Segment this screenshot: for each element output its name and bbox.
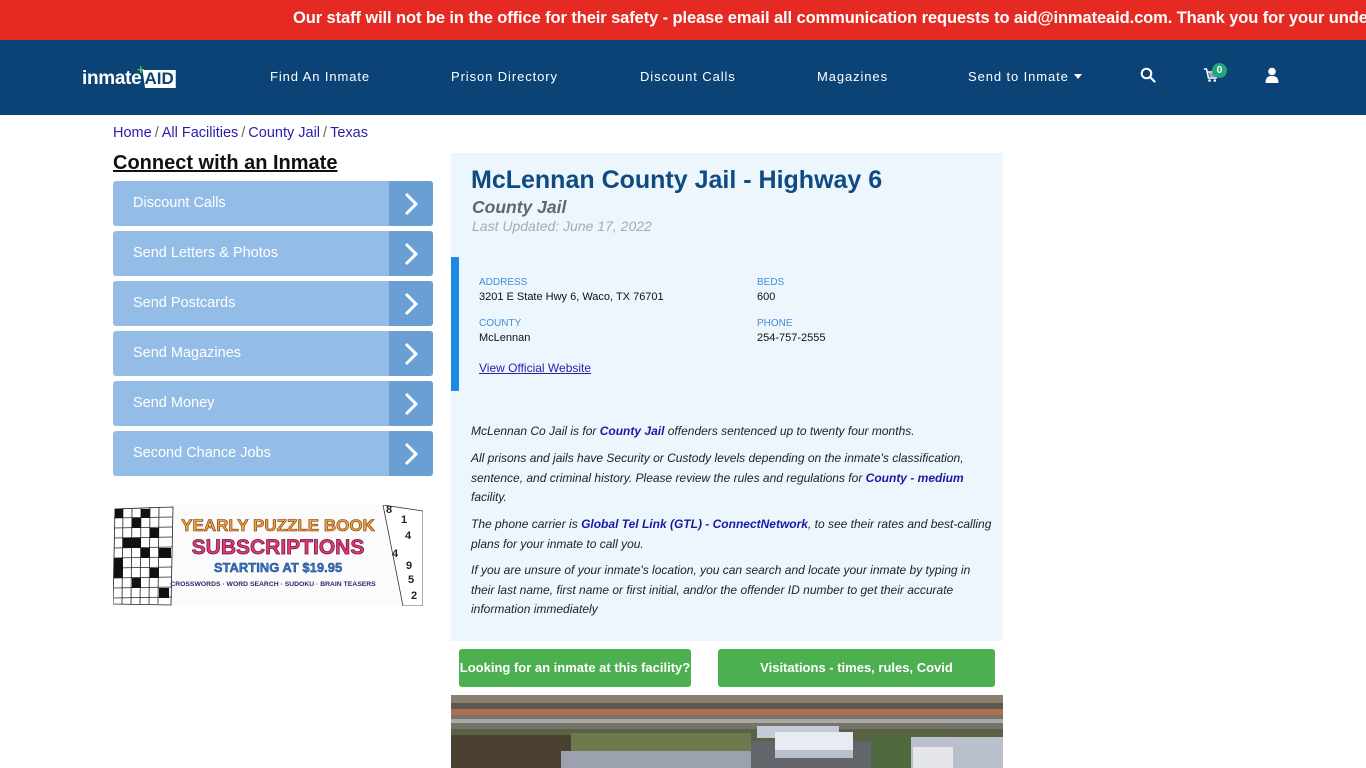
user-icon[interactable] [1265,67,1285,87]
chevron-right-icon [404,192,419,216]
svg-text:2: 2 [411,590,417,602]
svg-text:4: 4 [405,530,412,542]
facility-aerial-photo [451,695,1003,768]
breadcrumb-texas[interactable]: Texas [330,125,368,141]
search-icon[interactable] [1140,67,1160,87]
last-updated: Last Updated: June 17, 2022 [472,218,652,234]
sidebar-item-send-magazines[interactable]: Send Magazines [113,331,433,376]
facility-type: County Jail [472,197,567,217]
chevron-right-icon [404,442,419,466]
chevron-right-icon [404,292,419,316]
svg-text:8: 8 [386,505,392,516]
svg-text:1: 1 [401,514,407,526]
svg-text:4: 4 [392,548,399,560]
phone-value[interactable]: 254-757-2555 [757,332,826,344]
sidebar-item-send-money[interactable]: Send Money [113,381,433,426]
alert-banner: Our staff will not be in the office for … [0,0,1366,40]
text: offenders sentenced up to twenty four mo… [664,424,915,438]
sidebar-item-label: Send Money [133,395,215,411]
county-label: COUNTY [479,318,522,329]
puzzle-book-ad-banner[interactable]: 8144952 YEARLY PUZZLE BOOK SUBSCRIPTIONS… [113,505,423,606]
chevron-right-icon [404,242,419,266]
description-paragraph-1: McLennan Co Jail is for County Jail offe… [471,422,995,442]
info-accent-bar [451,257,459,391]
sidebar-item-label: Discount Calls [133,195,226,211]
svg-text:9: 9 [406,560,412,572]
breadcrumb-separator: / [323,125,328,141]
navbar: inmate + AID Find An Inmate Prison Direc… [0,40,1366,115]
find-inmate-at-facility-button[interactable]: Looking for an inmate at this facility? [459,649,691,687]
logo[interactable]: inmate + AID [82,62,176,90]
phone-carrier-link[interactable]: Global Tel Link (GTL) - ConnectNetwork [581,517,808,531]
ad-line-3: STARTING AT $19.95 [214,560,342,575]
sidebar-item-send-letters-photos[interactable]: Send Letters & Photos [113,231,433,276]
nav-prison-directory[interactable]: Prison Directory [451,69,558,84]
visitations-button[interactable]: Visitations - times, rules, Covid cancel… [718,649,995,713]
nav-magazines[interactable]: Magazines [817,69,888,84]
ad-line-1: YEARLY PUZZLE BOOK [181,516,375,535]
cart-count-badge: 0 [1212,63,1227,78]
description-paragraph-2: All prisons and jails have Security or C… [471,449,995,508]
nav-send-to-inmate[interactable]: Send to Inmate [968,69,1082,84]
chevron-right-icon [404,342,419,366]
breadcrumb: Home / All Facilities / County Jail / Texas [113,125,368,141]
beds-label: BEDS [757,277,785,288]
logo-text: inmate [82,68,142,89]
sidebar-item-label: Send Magazines [133,345,242,361]
breadcrumb-all-facilities[interactable]: All Facilities [162,125,239,141]
breadcrumb-home[interactable]: Home [113,125,152,141]
breadcrumb-separator: / [241,125,246,141]
sidebar-item-discount-calls[interactable]: Discount Calls [113,181,433,226]
breadcrumb-county-jail[interactable]: County Jail [248,125,320,141]
sidebar-item-label: Send Postcards [133,295,236,311]
description-paragraph-3: The phone carrier is Global Tel Link (GT… [471,515,995,554]
breadcrumb-separator: / [154,125,159,141]
county-value: McLennan [479,332,531,344]
text: The phone carrier is [471,517,582,531]
address-label: ADDRESS [479,277,528,288]
facility-title: McLennan County Jail - Highway 6 [471,166,883,194]
aerial-photo-graphic [451,695,1003,768]
chevron-right-icon [404,392,419,416]
phone-label: PHONE [757,318,793,329]
county-medium-link[interactable]: County - medium [866,471,964,485]
crossword-grid-graphic: 8144952 YEARLY PUZZLE BOOK SUBSCRIPTIONS… [113,505,423,606]
nav-discount-calls[interactable]: Discount Calls [640,69,736,84]
county-jail-link[interactable]: County Jail [600,424,665,438]
caret-down-icon [1073,74,1082,79]
beds-value: 600 [757,291,776,303]
alert-text: Our staff will not be in the office for … [293,9,1366,27]
ad-line-4: CROSSWORDS · WORD SEARCH · SUDOKU · BRAI… [170,581,376,588]
logo-aid: AID [142,69,176,88]
text: McLennan Co Jail is for [471,424,600,438]
sidebar-item-send-postcards[interactable]: Send Postcards [113,281,433,326]
sidebar-title: Connect with an Inmate [113,152,338,174]
address-value: 3201 E State Hwy 6, Waco, TX 76701 [479,291,664,303]
text: facility. [471,490,507,504]
sidebar-item-label: Second Chance Jobs [133,445,271,461]
ad-line-2: SUBSCRIPTIONS [192,536,365,559]
svg-text:5: 5 [408,574,414,586]
nav-send-to-inmate-label: Send to Inmate [968,69,1069,84]
sidebar-item-label: Send Letters & Photos [133,245,279,261]
description-paragraph-4: If you are unsure of your inmate's locat… [471,563,971,616]
nav-find-inmate[interactable]: Find An Inmate [270,69,370,84]
sidebar-item-second-chance-jobs[interactable]: Second Chance Jobs [113,431,433,476]
official-website-link[interactable]: View Official Website [479,361,591,375]
